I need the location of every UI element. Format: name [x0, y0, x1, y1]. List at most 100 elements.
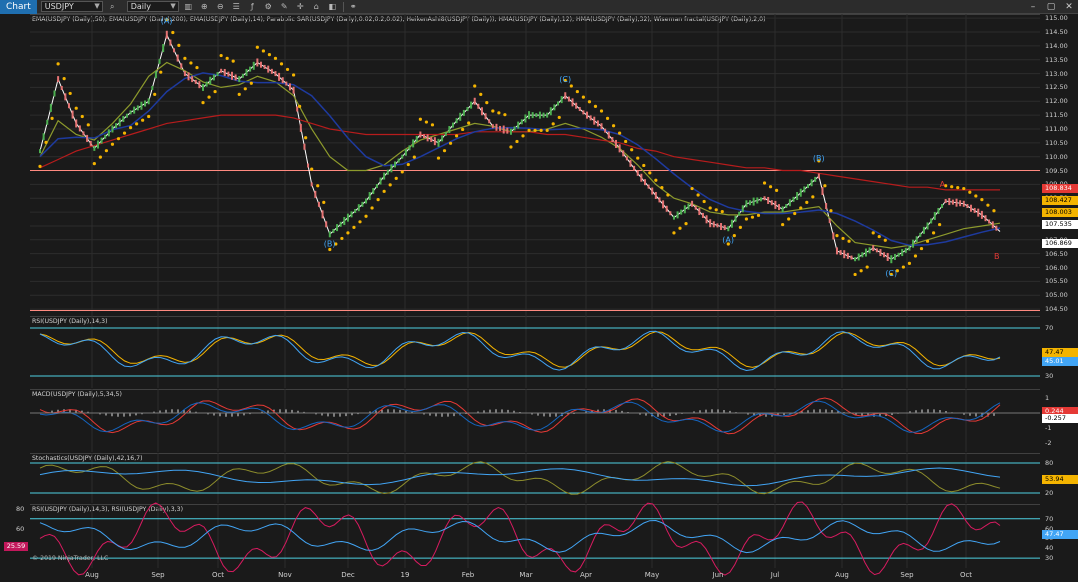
zoom-out-icon[interactable]: ⊖ [214, 1, 227, 12]
search-icon[interactable]: ⌕ [106, 1, 119, 12]
sar-dot [768, 185, 773, 189]
sar-dot [720, 210, 724, 214]
heiken-ashi-bar [263, 64, 266, 69]
sar-dot [135, 122, 139, 126]
indicators-icon[interactable]: ƒ [246, 1, 259, 12]
instrument-select[interactable]: USDJPY ▼ [40, 1, 103, 12]
lock-icon[interactable]: ⌂ [310, 1, 323, 12]
heiken-ashi-bar [96, 140, 99, 149]
snapshot-icon[interactable]: ◧ [326, 1, 339, 12]
sar-dot [877, 234, 881, 239]
time-tick: Apr [579, 571, 593, 579]
link-icon[interactable]: ⚭ [347, 1, 360, 12]
heiken-ashi-bar [310, 182, 313, 187]
heiken-ashi-bar [212, 74, 215, 81]
bar-chart-icon[interactable]: ▥ [182, 1, 195, 12]
heiken-ashi-bar [459, 112, 462, 121]
rsi-signal-line [39, 331, 1001, 368]
sar-dot [400, 170, 404, 174]
heiken-ashi-bar [955, 198, 958, 207]
heiken-ashi-bar [636, 170, 639, 176]
properties-icon[interactable]: ☰ [230, 1, 243, 12]
heiken-ashi-bar [643, 179, 646, 186]
wave-annotation: (B) [813, 154, 825, 163]
sar-dot [974, 194, 978, 198]
sar-dot [587, 100, 592, 104]
heiken-ashi-bar [357, 204, 360, 212]
crosshair-icon[interactable]: ✛ [294, 1, 307, 12]
heiken-ashi-bar [480, 107, 483, 116]
time-tick: Oct [959, 571, 973, 579]
heiken-ashi-bar [839, 250, 842, 256]
sar-dot [485, 101, 489, 105]
sar-dot [44, 140, 48, 144]
heiken-ashi-bar [672, 215, 675, 220]
heiken-ashi-bar [162, 44, 165, 53]
heiken-ashi-bar [346, 213, 349, 222]
heiken-ashi-bar [893, 253, 896, 260]
price-tag: 107.535 [1042, 220, 1078, 230]
close-button[interactable]: ✕ [1060, 0, 1078, 14]
heiken-ashi-bar [49, 103, 52, 112]
heiken-ashi-bar [125, 113, 128, 118]
heiken-ashi-bar [549, 107, 552, 116]
sar-dot [388, 183, 392, 187]
value-tag: 53.94 [1042, 475, 1078, 484]
time-tick: Jun [712, 571, 724, 579]
time-tick: Oct [211, 571, 225, 579]
axis-tick: -2 [1045, 439, 1052, 447]
heiken-ashi-bar [665, 205, 668, 212]
heiken-ashi-bar [466, 107, 469, 112]
heiken-ashi-bar [281, 77, 284, 84]
period-select[interactable]: Daily ▼ [126, 1, 179, 12]
minimize-button[interactable]: – [1024, 0, 1042, 14]
heiken-ashi-bar [394, 161, 397, 168]
heiken-ashi-bar [107, 129, 110, 137]
sar-dot [521, 134, 525, 138]
heiken-ashi-bar [886, 252, 889, 261]
heiken-ashi-bar [444, 131, 447, 136]
heiken-ashi-bar [46, 119, 49, 125]
heiken-ashi-bar [238, 76, 241, 83]
sar-dot [497, 111, 501, 115]
sar-dot [901, 265, 905, 269]
sar-dot [986, 203, 990, 207]
sar-dot [183, 56, 187, 60]
heiken-ashi-bar [814, 176, 817, 182]
price-tick: 113.00 [1045, 69, 1068, 78]
sar-dot [50, 116, 54, 120]
maximize-button[interactable]: ▢ [1042, 0, 1060, 14]
heiken-ashi-bar [147, 98, 150, 105]
heiken-ashi-bar [546, 112, 549, 118]
heiken-ashi-bar [82, 131, 85, 136]
wave-annotation: (B) [324, 240, 336, 249]
heiken-ashi-bar [930, 218, 933, 224]
heiken-ashi-bar [220, 68, 223, 73]
heiken-ashi-bar [194, 79, 197, 84]
sar-dot [793, 211, 797, 216]
drawing-tools-icon[interactable]: ✎ [278, 1, 291, 12]
sar-dot [618, 131, 622, 135]
instrument-value: USDJPY [44, 2, 74, 11]
axis-tick: 30 [1045, 372, 1054, 380]
heiken-ashi-bar [531, 112, 534, 119]
heiken-ashi-bar [908, 245, 911, 251]
sar-dot [418, 117, 422, 121]
heiken-ashi-bar [176, 54, 179, 62]
time-tick: 19 [400, 571, 410, 579]
heiken-ashi-bar [151, 85, 154, 90]
sar-dot [599, 109, 604, 113]
sar-dot [153, 92, 157, 96]
zoom-in-icon[interactable]: ⊕ [198, 1, 211, 12]
strategies-icon[interactable]: ⚙ [262, 1, 275, 12]
heiken-ashi-bar [252, 61, 255, 70]
heiken-ashi-bar [607, 131, 610, 139]
tab-chart[interactable]: Chart [0, 0, 37, 14]
heiken-ashi-bar [104, 134, 107, 139]
heiken-ashi-bar [926, 222, 929, 230]
heiken-ashi-bar [307, 163, 310, 168]
heiken-ashi-bar [332, 228, 335, 233]
period-value: Daily [130, 2, 151, 11]
value-tag: 47.47 [1042, 530, 1078, 539]
price-tag: 108.834 [1042, 184, 1078, 194]
